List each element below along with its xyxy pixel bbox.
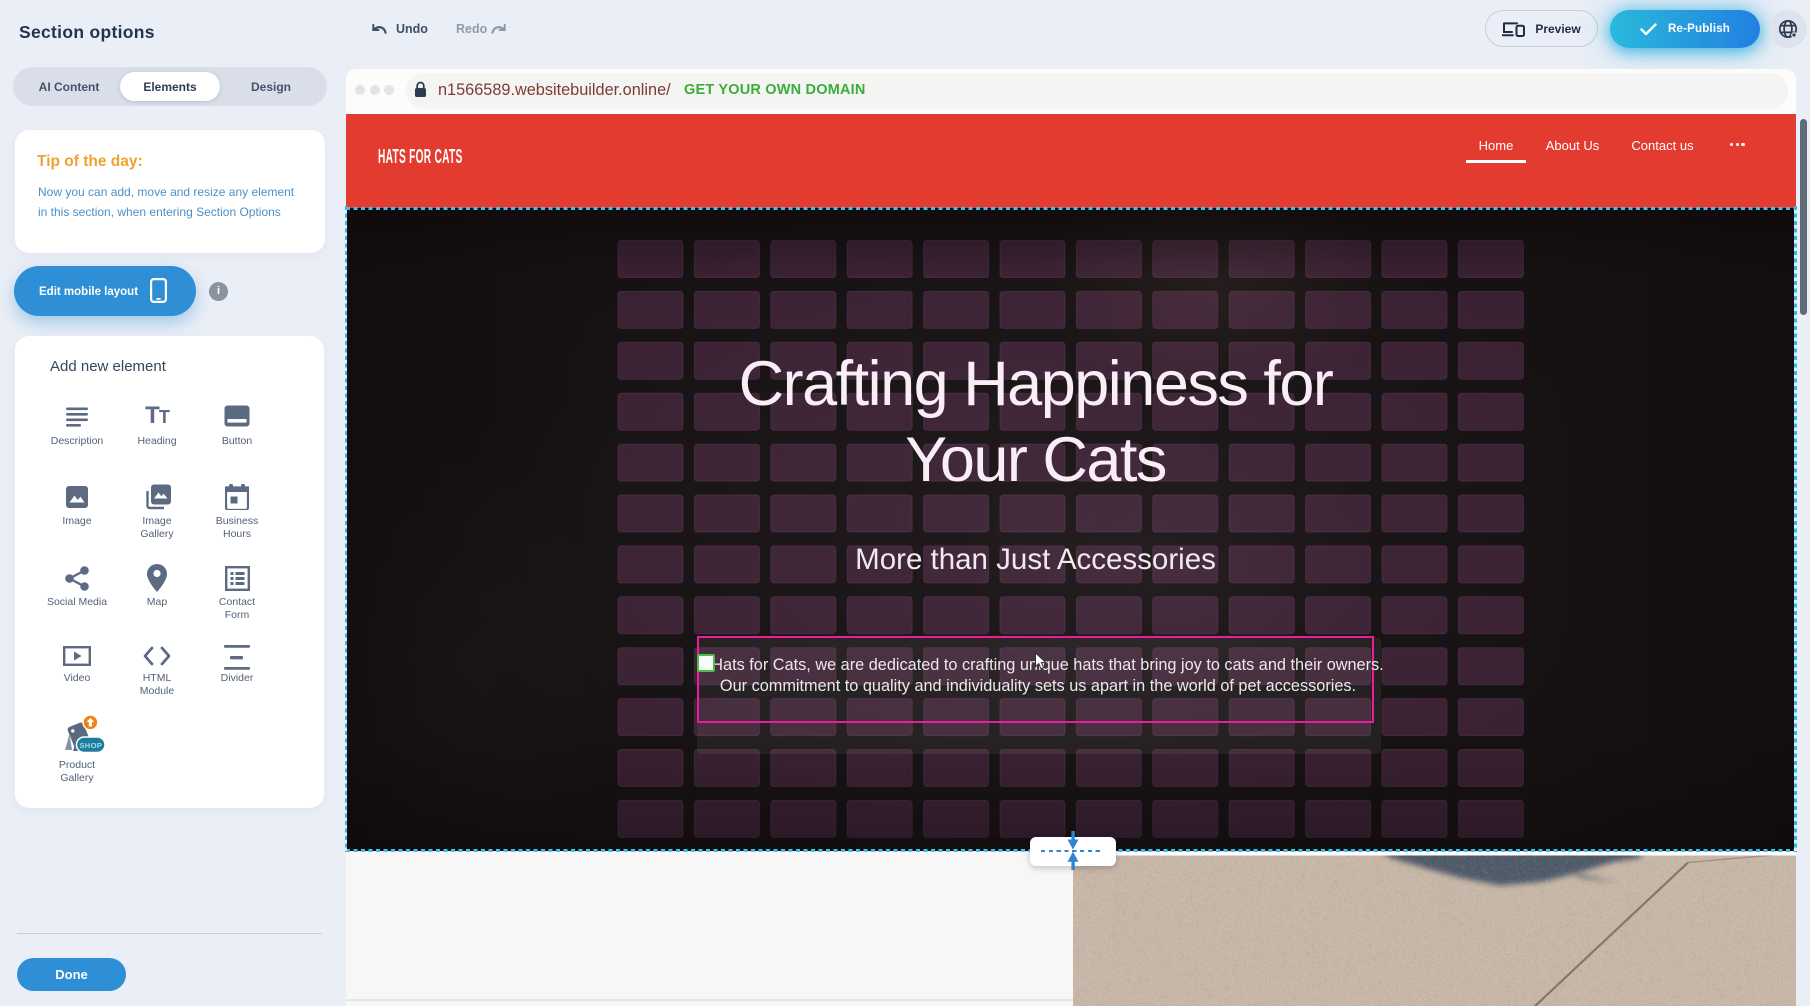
svg-text:SHOP: SHOP [79, 741, 102, 750]
